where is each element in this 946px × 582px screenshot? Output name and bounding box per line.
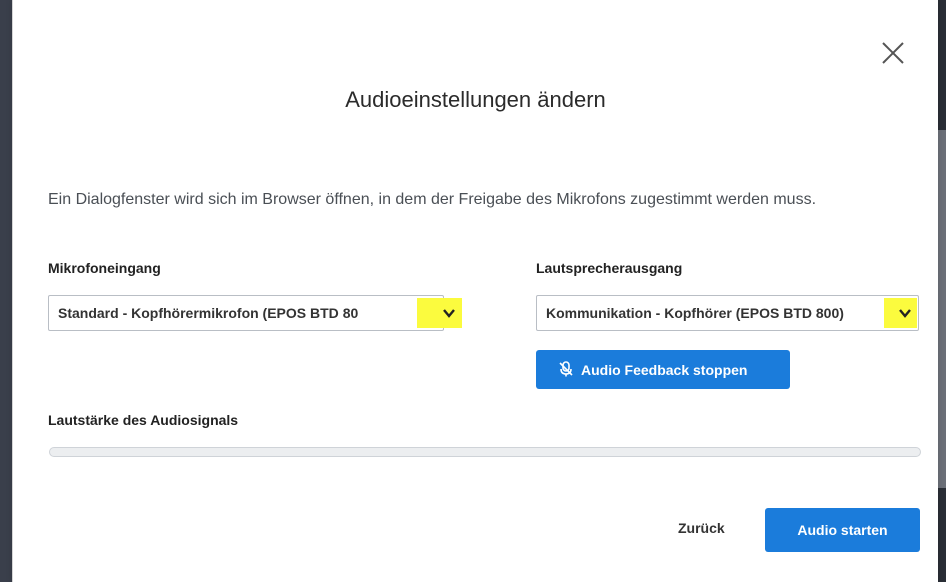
microphone-off-icon — [559, 361, 573, 377]
audio-feedback-stop-button[interactable]: Audio Feedback stoppen — [536, 350, 790, 389]
backdrop-left — [0, 0, 12, 582]
back-button[interactable]: Zurück — [678, 520, 725, 536]
volume-meter — [49, 447, 921, 457]
volume-label: Lautstärke des Audiosignals — [48, 412, 239, 428]
audio-settings-dialog: Audioeinstellungen ändern Ein Dialogfens… — [12, 0, 938, 582]
chevron-down-icon — [899, 309, 911, 318]
speaker-select-value: Kommunikation - Kopfhörer (EPOS BTD 800) — [546, 305, 844, 321]
backdrop-segment — [937, 0, 946, 130]
backdrop-right — [937, 0, 946, 582]
microphone-select[interactable]: Standard - Kopfhörermikrofon (EPOS BTD 8… — [48, 295, 462, 331]
info-text: Ein Dialogfenster wird sich im Browser ö… — [48, 191, 817, 208]
start-audio-button[interactable]: Audio starten — [765, 508, 920, 552]
microphone-label: Mikrofoneingang — [48, 260, 161, 276]
close-button[interactable] — [880, 40, 906, 66]
backdrop-segment — [937, 488, 946, 582]
close-icon — [882, 42, 904, 64]
chevron-down-icon — [443, 309, 455, 318]
audio-feedback-stop-label: Audio Feedback stoppen — [581, 362, 748, 378]
microphone-select-value: Standard - Kopfhörermikrofon (EPOS BTD 8… — [58, 305, 359, 321]
speaker-select[interactable]: Kommunikation - Kopfhörer (EPOS BTD 800) — [536, 295, 919, 331]
dialog-title: Audioeinstellungen ändern — [345, 87, 606, 112]
speaker-label: Lautsprecherausgang — [536, 260, 683, 276]
